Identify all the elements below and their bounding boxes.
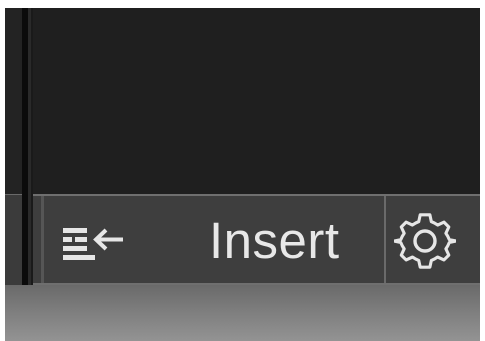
status-bar: Insert <box>33 194 480 285</box>
bottom-panel-strip <box>5 285 480 341</box>
input-mode-label[interactable]: Insert <box>209 211 379 271</box>
indent-toggle-button[interactable] <box>59 222 129 262</box>
left-panel-status-segment <box>5 194 22 285</box>
status-bar-left-edge <box>41 196 44 283</box>
settings-button[interactable] <box>392 210 458 272</box>
status-bar-separator <box>384 196 386 283</box>
editor-window: Insert <box>5 8 480 341</box>
editor-content-area[interactable] <box>33 8 480 194</box>
left-panel <box>5 8 22 194</box>
gear-icon <box>392 213 458 269</box>
indent-arrow-icon <box>63 228 123 260</box>
